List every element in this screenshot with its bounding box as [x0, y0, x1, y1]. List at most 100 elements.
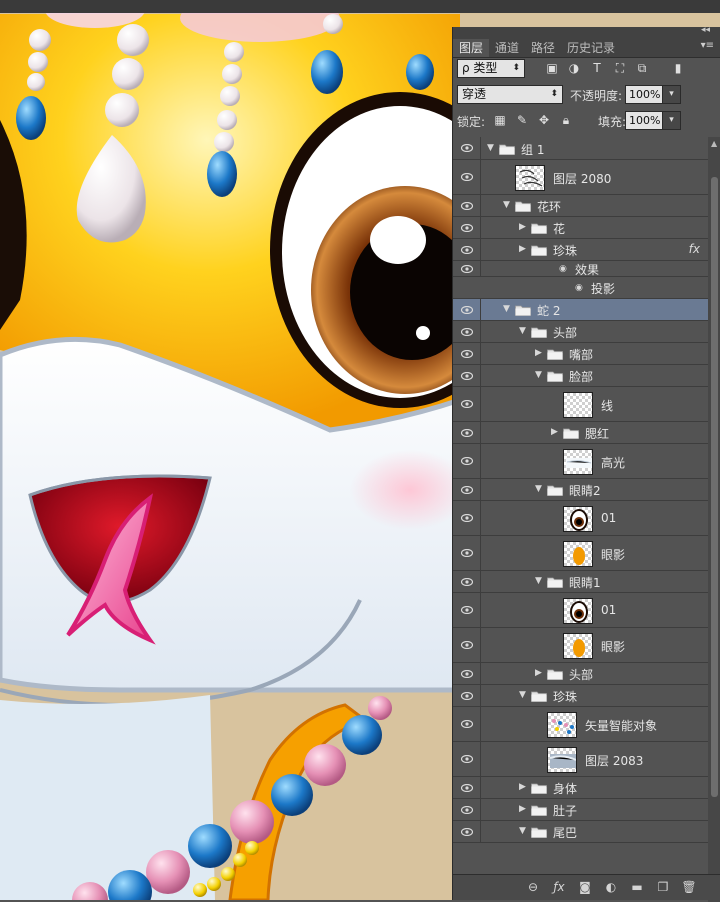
expand-arrow-icon[interactable]: ▶ [519, 244, 526, 254]
layer-row[interactable]: 矢量智能对象 [453, 707, 708, 742]
visibility-toggle[interactable] [453, 239, 481, 260]
layer-row[interactable]: ▼ 蛇 2 [453, 299, 708, 321]
layer-row[interactable]: ▼ 头部 [453, 321, 708, 343]
collapse-arrow-icon[interactable]: ▼ [519, 826, 526, 836]
lock-transparent-icon[interactable]: ▦ [493, 113, 507, 127]
expand-arrow-icon[interactable]: ▶ [535, 348, 542, 358]
visibility-toggle[interactable] [453, 160, 481, 194]
layer-row[interactable]: 高光 [453, 444, 708, 479]
mask-icon[interactable]: ◙ [577, 880, 593, 894]
opacity-input[interactable]: 100% [625, 85, 663, 104]
tab-history[interactable]: 历史记录 [561, 39, 621, 57]
new-layer-icon[interactable]: ❐ [655, 880, 671, 894]
fx-badge[interactable]: fx [689, 242, 700, 256]
effect-eye-icon[interactable]: ◉ [559, 264, 567, 274]
visibility-toggle[interactable] [453, 343, 481, 364]
collapse-arrow-icon[interactable]: ▼ [535, 370, 542, 380]
collapse-arrow-icon[interactable]: ▼ [503, 304, 510, 314]
collapse-arrow-icon[interactable]: ▼ [535, 484, 542, 494]
layer-row[interactable]: 眼影 [453, 628, 708, 663]
expand-arrow-icon[interactable]: ▶ [519, 804, 526, 814]
lock-all-icon[interactable]: 🔒︎ [559, 113, 573, 128]
layer-row[interactable]: ▶ 头部 [453, 663, 708, 685]
layer-row[interactable]: ▼ 尾巴 [453, 821, 708, 843]
filter-toggle-icon[interactable]: ▮ [671, 61, 685, 75]
layer-row[interactable]: ▼ 眼睛1 [453, 571, 708, 593]
visibility-toggle[interactable] [453, 821, 481, 842]
trash-icon[interactable]: 🗑︎ [681, 880, 697, 894]
fill-dropdown-icon[interactable]: ▾ [662, 111, 681, 130]
layer-row[interactable]: ▶ 身体 [453, 777, 708, 799]
collapse-arrow-icon[interactable]: ▼ [519, 690, 526, 700]
layer-row[interactable]: ▼ 花环 [453, 195, 708, 217]
collapse-arrow-icon[interactable]: ▼ [487, 143, 494, 153]
visibility-toggle[interactable] [453, 321, 481, 342]
layer-row[interactable]: ▶ 嘴部 [453, 343, 708, 365]
visibility-toggle[interactable] [453, 707, 481, 741]
visibility-toggle[interactable] [453, 387, 481, 421]
adjustment-icon[interactable]: ◐ [603, 880, 619, 894]
visibility-toggle[interactable] [453, 299, 481, 320]
layer-row[interactable]: ▼ 珍珠 [453, 685, 708, 707]
visibility-toggle[interactable] [453, 536, 481, 570]
type-filter-icon[interactable]: T [590, 61, 604, 75]
lock-position-icon[interactable]: ✥ [537, 113, 551, 127]
link-icon[interactable]: ⊖ [525, 880, 541, 894]
scroll-up-icon[interactable]: ▲ [711, 139, 717, 148]
layer-row[interactable]: ▼ 组 1 [453, 137, 708, 160]
layer-row[interactable]: ▼ 眼睛2 [453, 479, 708, 501]
fill-input[interactable]: 100% [625, 111, 663, 130]
layer-row[interactable]: ▶ 花 [453, 217, 708, 239]
visibility-toggle[interactable] [453, 444, 481, 478]
expand-arrow-icon[interactable]: ▶ [519, 222, 526, 232]
opacity-dropdown-icon[interactable]: ▾ [662, 85, 681, 104]
effect-eye-icon[interactable]: ◉ [575, 283, 583, 293]
expand-arrow-icon[interactable]: ▶ [519, 782, 526, 792]
layer-list-scrollbar[interactable]: ▲ [708, 137, 720, 902]
layer-row[interactable]: 线 [453, 387, 708, 422]
collapse-arrow-icon[interactable]: ▼ [519, 326, 526, 336]
visibility-toggle[interactable] [453, 571, 481, 592]
layer-row[interactable]: 眼影 [453, 536, 708, 571]
layer-row[interactable]: ◉ 效果 [453, 261, 708, 277]
layer-row[interactable]: ◉ 投影 [453, 277, 708, 299]
visibility-toggle[interactable] [453, 422, 481, 443]
visibility-toggle[interactable] [453, 195, 481, 216]
adjustment-filter-icon[interactable]: ◑ [567, 61, 581, 75]
visibility-toggle[interactable] [453, 479, 481, 500]
tab-paths[interactable]: 路径 [525, 39, 561, 57]
layer-row[interactable]: 图层 2080 [453, 160, 708, 195]
fx-icon[interactable]: ƒx [551, 880, 567, 894]
visibility-toggle[interactable] [453, 799, 481, 820]
layer-row[interactable]: ▶ 肚子 [453, 799, 708, 821]
visibility-toggle[interactable] [453, 593, 481, 627]
layer-row[interactable]: ▶ 腮红 [453, 422, 708, 444]
scrollbar-thumb[interactable] [711, 177, 718, 797]
visibility-toggle[interactable] [453, 742, 481, 776]
tab-channels[interactable]: 通道 [489, 39, 525, 57]
pixel-filter-icon[interactable]: ▣ [545, 61, 559, 75]
visibility-toggle[interactable] [453, 365, 481, 386]
tab-layers[interactable]: 图层 [453, 39, 490, 57]
visibility-toggle[interactable] [453, 217, 481, 238]
panel-menu-icon[interactable]: ▾≡ [701, 40, 714, 51]
layer-row[interactable]: ▼ 脸部 [453, 365, 708, 387]
layer-row[interactable]: 01 [453, 501, 708, 536]
visibility-toggle[interactable] [453, 663, 481, 684]
collapse-arrow-icon[interactable]: ▼ [503, 200, 510, 210]
expand-arrow-icon[interactable]: ▶ [535, 668, 542, 678]
visibility-toggle[interactable] [453, 501, 481, 535]
new-group-icon[interactable]: ▬ [629, 880, 645, 894]
visibility-toggle[interactable] [453, 685, 481, 706]
visibility-toggle[interactable] [453, 137, 481, 159]
visibility-toggle[interactable] [453, 628, 481, 662]
lock-pixels-icon[interactable]: ✎ [515, 113, 529, 127]
collapse-panel-icon[interactable]: ◂◂ [701, 25, 710, 35]
smart-object-filter-icon[interactable]: ⧉ [635, 61, 649, 76]
expand-arrow-icon[interactable]: ▶ [551, 427, 558, 437]
layer-row[interactable]: 01 [453, 593, 708, 628]
filter-kind-select[interactable]: ρ 类型 ⬍ [457, 59, 525, 78]
visibility-toggle[interactable] [453, 777, 481, 798]
layer-row[interactable]: 图层 2083 [453, 742, 708, 777]
blend-mode-select[interactable]: 穿透 ⬍ [457, 85, 563, 104]
